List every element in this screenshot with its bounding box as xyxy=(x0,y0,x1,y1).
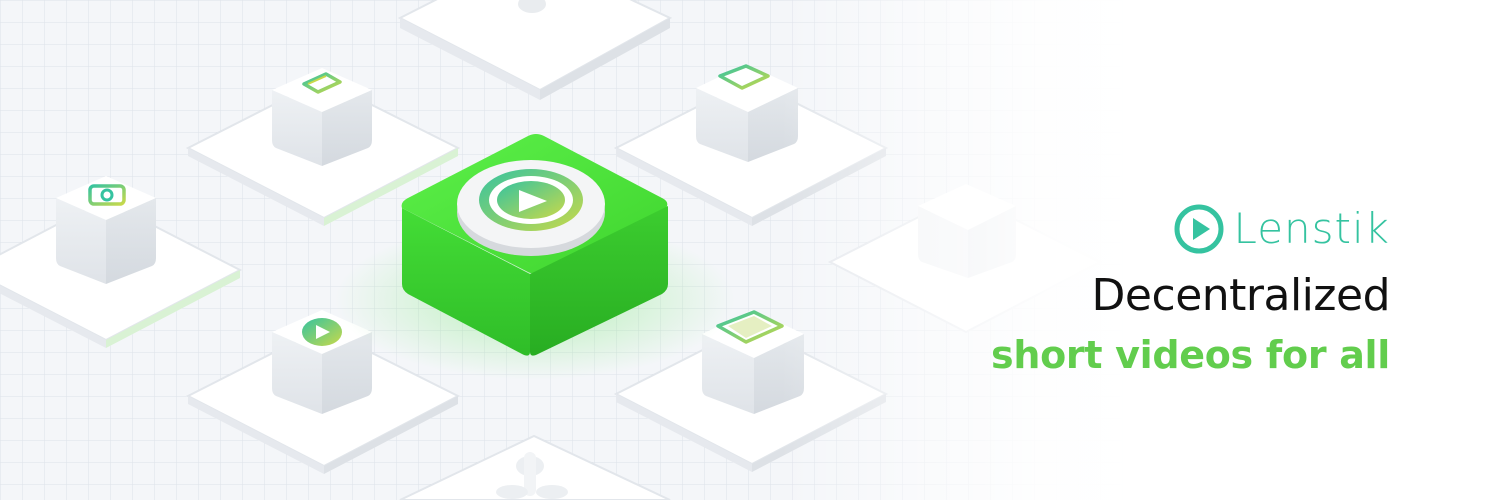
cube-camera xyxy=(56,176,156,284)
play-icon xyxy=(302,318,342,346)
brand-name: Lenstik xyxy=(1233,204,1390,253)
banner: Lenstik Decentralized short videos for a… xyxy=(0,0,1500,500)
play-button-icon xyxy=(457,160,605,256)
logo: Lenstik xyxy=(1172,196,1390,262)
headline: Decentralized xyxy=(1091,270,1391,321)
logo-play-icon xyxy=(1174,204,1224,254)
subheadline: short videos for all xyxy=(991,333,1390,377)
brand-block: Lenstik Decentralized short videos for a… xyxy=(991,196,1391,377)
